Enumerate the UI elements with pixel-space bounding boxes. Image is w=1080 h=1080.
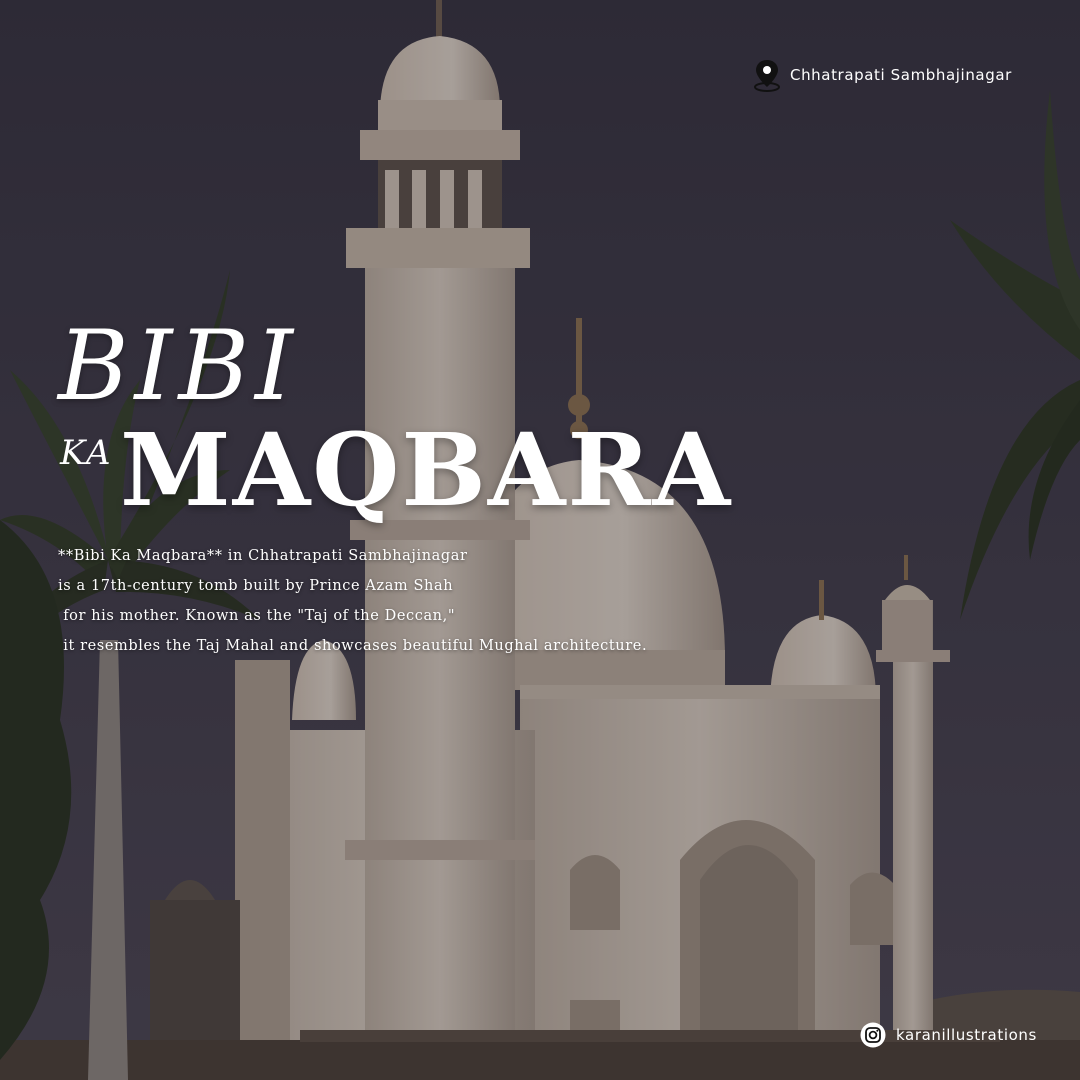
map-pin-icon: [754, 60, 780, 92]
instagram-icon: [860, 1022, 886, 1048]
location-tag: Chhatrapati Sambhajinagar: [752, 58, 1012, 92]
description-line: **Bibi Ka Maqbara** in Chhatrapati Sambh…: [58, 548, 468, 564]
social-handle: karanillustrations: [860, 1022, 1037, 1048]
title-ka: KA: [60, 433, 113, 473]
title-bibi: BIBI: [58, 310, 299, 422]
description-line: for his mother. Known as the "Taj of the…: [58, 608, 456, 624]
title-maqbara: MAQBARA: [120, 411, 733, 529]
social-handle-text: karanillustrations: [896, 1026, 1037, 1044]
description-line: is a 17th-century tomb built by Prince A…: [58, 578, 454, 594]
tomb-body: [520, 685, 895, 1050]
location-text: Chhatrapati Sambhajinagar: [790, 66, 1012, 84]
description: **Bibi Ka Maqbara** in Chhatrapati Sambh…: [58, 541, 698, 661]
description-line: it resembles the Taj Mahal and showcases…: [58, 638, 648, 654]
background-photo: [0, 0, 1080, 1080]
